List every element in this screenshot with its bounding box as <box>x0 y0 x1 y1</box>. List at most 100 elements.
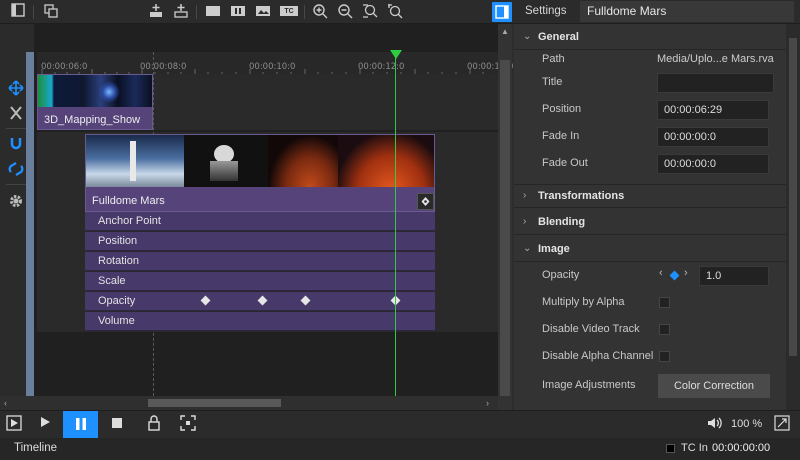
property-row-rotation[interactable]: Rotation <box>85 252 435 271</box>
track-selection-bar[interactable] <box>26 52 34 396</box>
fade-in-value: 00:00:00:0 <box>664 131 716 143</box>
toolbar-divider <box>33 5 34 19</box>
chevron-down-icon: ⌄ <box>523 31 532 42</box>
time-ruler[interactable]: 00:00:06:0 00:00:08:0 00:00:10:0 00:00:1… <box>37 52 513 74</box>
timeline-title: Timeline <box>14 442 58 454</box>
property-row-position[interactable]: Position <box>85 232 435 251</box>
magnet-tool-icon[interactable] <box>7 136 25 154</box>
timeline-vertical-scrollbar[interactable]: ▲ <box>498 24 512 410</box>
zoom-search-icon[interactable] <box>386 3 404 21</box>
color-correction-label: Color Correction <box>673 380 755 392</box>
move-tool-icon[interactable] <box>7 80 25 98</box>
chevron-down-icon: ⌄ <box>523 243 532 254</box>
horizontal-scroll-thumb[interactable] <box>148 399 281 407</box>
zoom-in-icon[interactable] <box>311 3 329 21</box>
image-marker-icon[interactable] <box>254 3 272 21</box>
multiply-alpha-checkbox[interactable] <box>659 297 670 308</box>
zoom-fit-icon[interactable] <box>361 3 379 21</box>
prev-keyframe-icon[interactable]: ‹ <box>659 267 663 279</box>
timecode-marker-label: TC <box>284 8 294 15</box>
clip-3d-mapping-show[interactable]: 3D_Mapping_Show <box>37 74 153 130</box>
property-label: Position <box>98 235 138 247</box>
opacity-field[interactable]: 1.0 <box>699 266 769 286</box>
stop-icon[interactable] <box>107 415 127 435</box>
settings-toggle-icon[interactable] <box>492 2 512 22</box>
clip-thumbnail-strip <box>86 135 434 187</box>
timecode-marker-icon[interactable]: TC <box>279 3 299 21</box>
timeline-horizontal-scrollbar[interactable]: ‹ › <box>0 396 498 410</box>
section-blending[interactable]: › Blending <box>514 211 786 235</box>
property-row-scale[interactable]: Scale <box>85 272 435 291</box>
vertical-scroll-thumb[interactable] <box>500 60 510 396</box>
disable-video-label: Disable Video Track <box>542 323 640 335</box>
clip-title: 3D_Mapping_Show <box>44 114 141 126</box>
layers-icon[interactable] <box>42 3 60 21</box>
toolbar-divider <box>196 5 197 19</box>
zoom-out-icon[interactable] <box>336 3 354 21</box>
disable-alpha-label: Disable Alpha Channel <box>542 350 654 362</box>
status-bar: Timeline TC In 00:00:00:00 <box>0 438 800 460</box>
ruler-tick-label: 00:00:08:0 <box>140 62 187 72</box>
settings-scroll-thumb[interactable] <box>789 38 797 356</box>
razor-tool-icon[interactable] <box>7 105 25 123</box>
section-title: Image <box>538 243 570 255</box>
scroll-right-icon[interactable]: › <box>486 398 489 408</box>
clip-fulldome-mars[interactable]: Fulldome Mars <box>85 134 435 212</box>
keyframe-diamond-icon[interactable] <box>669 270 680 281</box>
playhead-handle[interactable] <box>390 50 402 59</box>
position-label: Position <box>542 103 582 115</box>
keyframe-toggle-icon[interactable] <box>417 193 434 210</box>
volume-icon[interactable] <box>704 415 724 435</box>
opacity-label: Opacity <box>542 269 580 281</box>
clip-name-field[interactable]: Fulldome Mars <box>580 1 794 22</box>
section-title: General <box>538 31 579 43</box>
disable-video-checkbox[interactable] <box>659 324 670 335</box>
settings-title: Settings <box>525 5 567 17</box>
fade-in-field[interactable]: 00:00:00:0 <box>657 127 769 147</box>
keyframe-icon[interactable] <box>257 295 268 306</box>
thumbnail-rocket <box>86 135 184 187</box>
volume-value: 100 % <box>731 418 763 430</box>
section-general[interactable]: ⌄ General <box>514 26 786 50</box>
disable-alpha-checkbox[interactable] <box>659 351 670 362</box>
title-field[interactable] <box>657 73 774 93</box>
keyframe-icon[interactable] <box>200 295 211 306</box>
lock-icon[interactable] <box>144 415 164 435</box>
add-folder-icon[interactable] <box>172 3 190 21</box>
settings-scrollbar[interactable] <box>786 24 800 410</box>
image-adjustments-label: Image Adjustments <box>542 379 636 391</box>
transport-bar: 100 % <box>0 410 800 438</box>
property-label: Rotation <box>98 255 139 267</box>
snap-tool-icon[interactable] <box>7 161 25 179</box>
section-transformations[interactable]: › Transformations <box>514 184 786 208</box>
marker-icon[interactable] <box>204 3 222 21</box>
gear-icon[interactable] <box>7 193 25 211</box>
add-track-icon[interactable] <box>147 3 165 21</box>
lander-base <box>210 161 238 181</box>
position-field[interactable]: 00:00:06:29 <box>657 100 769 120</box>
pause-marker-icon[interactable] <box>229 3 247 21</box>
fullscreen-icon[interactable] <box>772 415 792 435</box>
play-from-start-icon[interactable] <box>4 415 24 435</box>
settings-panel: ⌄ General Path Media/Uplo...e Mars.rva T… <box>514 24 786 410</box>
ruler-tick-label: 00:00:06:0 <box>41 62 88 72</box>
fade-out-field[interactable]: 00:00:00:0 <box>657 154 769 174</box>
panel-toggle-icon[interactable] <box>9 3 27 21</box>
play-icon[interactable] <box>35 415 55 435</box>
property-row-opacity[interactable]: Opacity <box>85 292 435 311</box>
tc-in-value: 00:00:00:00 <box>712 442 771 454</box>
property-row-volume[interactable]: Volume <box>85 312 435 331</box>
property-row-anchor-point[interactable]: Anchor Point <box>85 212 435 231</box>
property-label: Opacity <box>98 295 136 307</box>
timeline-toolbar: TC <box>0 0 514 24</box>
thumbnail-light <box>98 81 120 103</box>
playhead-line[interactable] <box>395 52 396 396</box>
next-keyframe-icon[interactable]: › <box>684 267 688 279</box>
pause-icon[interactable] <box>63 411 98 438</box>
section-image[interactable]: ⌄ Image <box>514 238 786 262</box>
scroll-left-icon[interactable]: ‹ <box>4 398 7 408</box>
scroll-up-icon[interactable]: ▲ <box>501 28 509 36</box>
focus-icon[interactable] <box>178 415 198 435</box>
keyframe-icon[interactable] <box>300 295 311 306</box>
color-correction-button[interactable]: Color Correction <box>658 374 770 398</box>
